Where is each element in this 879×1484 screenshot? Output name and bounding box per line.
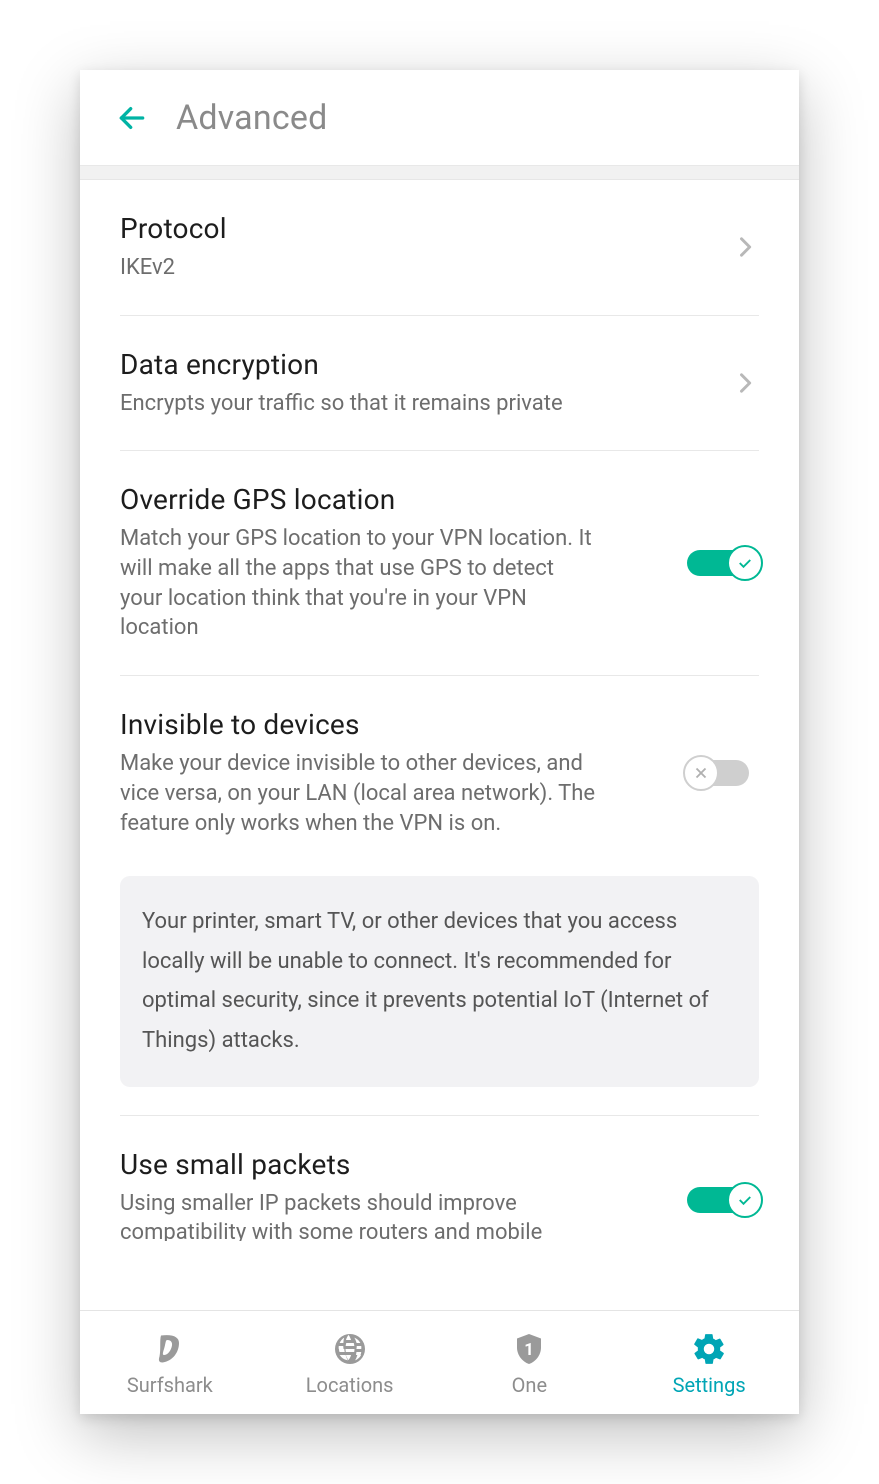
row-invisible-to-devices: Invisible to devices Make your device in… <box>120 676 759 856</box>
nav-item-one[interactable]: 1 One <box>440 1311 620 1414</box>
chevron-right-icon <box>731 369 759 397</box>
row-title-protocol: Protocol <box>120 212 711 245</box>
chevron-right-icon <box>731 233 759 261</box>
row-protocol[interactable]: Protocol IKEv2 <box>120 180 759 316</box>
row-title-smallpkts: Use small packets <box>120 1148 667 1181</box>
row-data-encryption[interactable]: Data encryption Encrypts your traffic so… <box>120 316 759 452</box>
globe-icon <box>330 1329 370 1369</box>
page-title: Advanced <box>176 98 327 138</box>
surfshark-icon <box>150 1329 190 1369</box>
row-sub-invisible: Make your device invisible to other devi… <box>120 749 600 838</box>
back-button[interactable] <box>110 96 154 140</box>
row-use-small-packets: Use small packets Using smaller IP packe… <box>120 1116 759 1241</box>
nav-item-surfshark[interactable]: Surfshark <box>80 1311 260 1414</box>
shield-one-icon: 1 <box>509 1329 549 1369</box>
nav-label-surfshark: Surfshark <box>127 1373 213 1397</box>
row-sub-protocol: IKEv2 <box>120 253 600 283</box>
header-bar: Advanced <box>80 70 799 166</box>
gear-icon <box>689 1329 729 1369</box>
row-sub-gps: Match your GPS location to your VPN loca… <box>120 524 600 643</box>
nav-item-locations[interactable]: Locations <box>260 1311 440 1414</box>
svg-text:1: 1 <box>525 1341 534 1360</box>
app-screen: Advanced Protocol IKEv2 <box>80 70 799 1414</box>
toggle-use-small-packets[interactable] <box>687 1182 759 1218</box>
nav-item-settings[interactable]: Settings <box>619 1311 799 1414</box>
section-gap <box>80 166 799 180</box>
check-icon <box>736 554 754 572</box>
row-title-gps: Override GPS location <box>120 483 667 516</box>
arrow-left-icon <box>116 102 148 134</box>
row-sub-smallpkts: Using smaller IP packets should improve … <box>120 1189 600 1241</box>
bottom-nav: Surfshark Locations 1 One <box>80 1310 799 1414</box>
nav-label-one: One <box>512 1373 547 1397</box>
nav-label-settings: Settings <box>673 1373 746 1397</box>
info-box-invisible: Your printer, smart TV, or other devices… <box>120 876 759 1086</box>
row-title-encryption: Data encryption <box>120 348 711 381</box>
row-title-invisible: Invisible to devices <box>120 708 667 741</box>
toggle-invisible-to-devices[interactable] <box>687 755 759 791</box>
nav-label-locations: Locations <box>306 1373 394 1397</box>
x-icon <box>692 764 710 782</box>
toggle-override-gps[interactable] <box>687 545 759 581</box>
check-icon <box>736 1191 754 1209</box>
row-override-gps: Override GPS location Match your GPS loc… <box>120 451 759 676</box>
content-area: Protocol IKEv2 Data encryption Encrypts … <box>80 180 799 1310</box>
row-sub-encryption: Encrypts your traffic so that it remains… <box>120 389 600 419</box>
